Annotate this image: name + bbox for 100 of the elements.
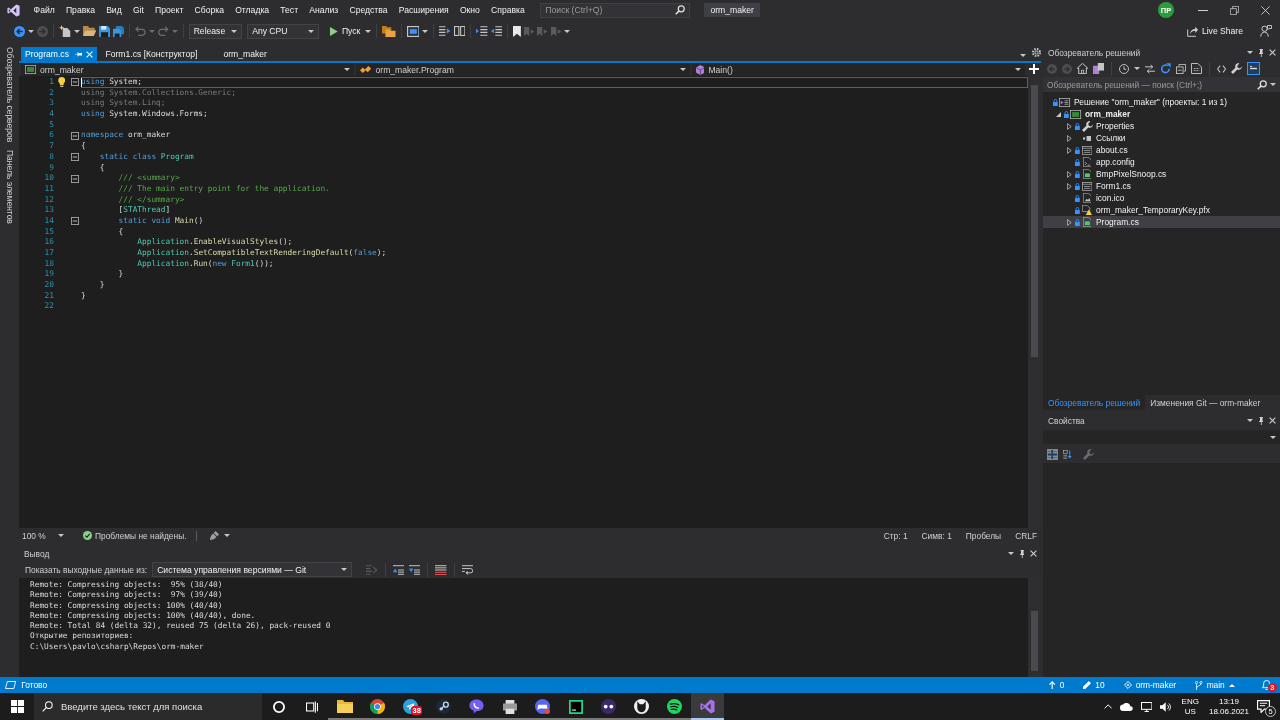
back-icon[interactable] — [14, 25, 25, 37]
scrollbar-thumb[interactable] — [1031, 611, 1038, 671]
categorized-icon[interactable] — [1047, 449, 1058, 460]
sync-arrows-icon[interactable] — [1145, 63, 1155, 74]
menu-item[interactable]: Файл — [28, 0, 61, 20]
close-icon[interactable] — [1269, 49, 1276, 56]
caret-icon[interactable] — [1246, 419, 1253, 422]
tree-item[interactable]: Program.cs — [1043, 216, 1280, 228]
close-icon[interactable] — [1030, 550, 1037, 557]
caret-icon[interactable] — [1015, 68, 1021, 71]
outdent-icon[interactable] — [490, 26, 503, 36]
tree-item[interactable]: orm_maker_TemporaryKey.pfx — [1043, 204, 1280, 216]
caret-icon[interactable] — [679, 68, 686, 71]
caret-icon[interactable] — [1246, 51, 1253, 54]
caret-icon[interactable] — [231, 29, 238, 33]
undo-icon[interactable] — [135, 26, 146, 36]
share-arrow-icon[interactable] — [1186, 25, 1198, 37]
switch-views-icon[interactable] — [1093, 63, 1104, 74]
status-bar-button[interactable]: 10 — [1083, 680, 1105, 690]
collapse-icon[interactable] — [71, 174, 79, 183]
issues-button[interactable]: Проблемы не найдены. — [83, 530, 187, 541]
brush-icon[interactable] — [209, 531, 219, 540]
scrollbar-thumb[interactable] — [1031, 85, 1038, 357]
pin-icon[interactable] — [1258, 416, 1263, 425]
collapsed-arrow-icon[interactable] — [1067, 122, 1072, 130]
zoom-dropdown[interactable]: 100 % — [22, 530, 66, 541]
output-source-dropdown[interactable]: Система управления версиями — Git — [152, 562, 353, 577]
speaker-icon[interactable] — [1160, 701, 1172, 712]
collapse-icon[interactable] — [71, 78, 79, 87]
pin-icon[interactable] — [74, 51, 83, 57]
next-message-icon[interactable] — [408, 564, 421, 575]
search-field[interactable]: Обозреватель решений — поиск (Ctrl+;) — [1043, 77, 1280, 92]
navigation-dropdown[interactable]: orm_maker.Program — [356, 63, 690, 76]
clock-date[interactable]: 18.06.2021 — [1208, 706, 1249, 717]
collapsed-arrow-icon[interactable] — [1067, 170, 1072, 178]
menu-item[interactable]: Git — [127, 0, 150, 20]
plus-icon[interactable] — [1029, 64, 1039, 74]
preview-toggle-icon[interactable] — [1247, 62, 1261, 75]
caret-icon[interactable] — [223, 534, 230, 537]
configuration-dropdown[interactable]: Release — [188, 23, 243, 39]
menu-item[interactable]: Правка — [60, 0, 101, 20]
editor-tab[interactable]: orm_maker — [219, 47, 289, 61]
start-button[interactable]: Пуск — [328, 26, 363, 36]
line-indicator[interactable]: Стр: 1 — [883, 530, 908, 541]
minimize-icon[interactable] — [1198, 9, 1208, 11]
window-icon[interactable] — [406, 25, 420, 37]
menu-item[interactable]: Справка — [485, 0, 531, 20]
close-icon[interactable] — [1269, 417, 1276, 424]
tree-item[interactable]: Properties — [1043, 120, 1280, 132]
caret-icon[interactable] — [341, 568, 348, 571]
search-icon[interactable] — [1257, 79, 1267, 90]
pin-icon[interactable] — [1019, 549, 1024, 558]
play-icon[interactable] — [330, 26, 338, 36]
collapsed-arrow-icon[interactable] — [1067, 134, 1072, 142]
caret-icon[interactable] — [57, 534, 64, 537]
tree-item[interactable]: Form1.cs — [1043, 180, 1280, 192]
bookmark-icon[interactable] — [513, 25, 521, 37]
column-indicator[interactable]: Симв: 1 — [921, 530, 952, 541]
person-feedback-icon[interactable] — [1260, 25, 1272, 37]
new-item-icon[interactable] — [59, 25, 71, 37]
side-tab[interactable]: Панель элементов — [4, 150, 15, 225]
previous-message-icon[interactable] — [392, 564, 404, 575]
caret-icon[interactable] — [1134, 67, 1140, 70]
caret-icon[interactable] — [1270, 83, 1276, 86]
monitor-icon[interactable] — [1140, 701, 1153, 712]
menu-item[interactable]: Средства — [343, 0, 394, 20]
caret-icon[interactable] — [344, 68, 351, 71]
close-icon[interactable] — [1261, 5, 1270, 15]
menu-item[interactable]: Тест — [274, 0, 304, 20]
columns-icon[interactable] — [453, 26, 466, 36]
caret-icon[interactable] — [308, 29, 315, 33]
menu-item[interactable]: Вид — [100, 0, 128, 20]
home-icon[interactable] — [1077, 63, 1088, 74]
menu-item[interactable]: Сборка — [188, 0, 230, 20]
vertical-scrollbar[interactable] — [1028, 578, 1041, 677]
input-language[interactable]: ENG — [1181, 696, 1199, 707]
show-all-files-icon[interactable] — [1191, 63, 1202, 74]
collapse-icon[interactable] — [71, 131, 79, 140]
menu-item[interactable]: Отладка — [229, 0, 275, 20]
caret-icon[interactable] — [1228, 683, 1235, 687]
object-selector-field[interactable] — [1043, 430, 1280, 444]
list-arrow-icon[interactable] — [439, 26, 451, 36]
caret-icon[interactable] — [1007, 552, 1014, 555]
expanded-arrow-icon[interactable] — [1056, 111, 1061, 117]
line-endings-indicator[interactable]: CRLF — [1015, 530, 1037, 541]
collapsed-arrow-icon[interactable] — [1067, 182, 1072, 190]
search-field[interactable]: Поиск (Ctrl+Q) — [540, 2, 691, 18]
indent-icon[interactable] — [476, 26, 488, 36]
platform-dropdown[interactable]: Any CPU — [247, 23, 320, 39]
clear-all-icon[interactable] — [435, 564, 447, 575]
navigation-dropdown[interactable]: orm_maker — [21, 63, 355, 76]
restore-icon[interactable] — [1230, 5, 1239, 15]
start-icon[interactable] — [11, 700, 24, 713]
task-view-icon[interactable] — [305, 700, 318, 713]
open-folder-icon[interactable] — [83, 26, 97, 36]
collapse-all-icon[interactable] — [1176, 63, 1186, 74]
caret-icon[interactable] — [422, 29, 429, 33]
caret-icon[interactable] — [28, 29, 34, 33]
editor-tab[interactable]: Form1.cs [Конструктор] — [101, 47, 220, 61]
search-icon[interactable] — [675, 5, 686, 15]
